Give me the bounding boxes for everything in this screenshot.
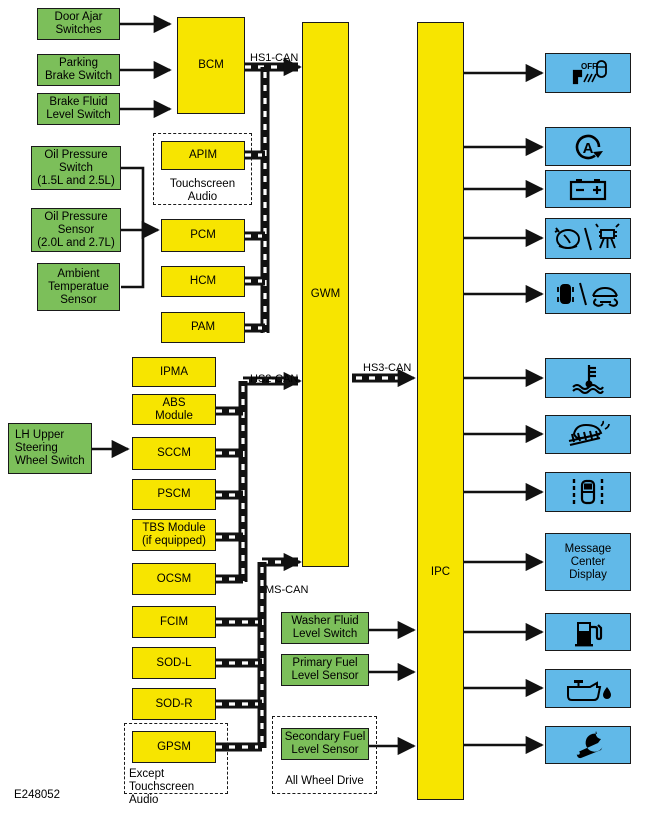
indicator-low-fuel[interactable] — [545, 613, 631, 651]
module-ipma[interactable]: IPMA — [132, 357, 216, 387]
module-bcm[interactable]: BCM — [177, 17, 245, 114]
group-all-wheel-drive-label: All Wheel Drive — [285, 775, 364, 787]
module-ipc[interactable]: IPC — [417, 22, 464, 800]
indicator-auto-start-stop[interactable]: A — [545, 127, 631, 166]
sensor-oil-pressure-switch[interactable]: Oil Pressure Switch (1.5L and 2.5L) — [31, 146, 121, 190]
stability-control-icon — [551, 265, 625, 323]
module-ocsm[interactable]: OCSM — [132, 563, 216, 595]
svg-text:OFF: OFF — [581, 62, 597, 71]
lane-departure-icon — [566, 463, 610, 521]
sensor-lh-upper-steering-wheel-switch[interactable]: LH Upper Steering Wheel Switch — [8, 423, 92, 474]
washer-fluid-icon — [560, 407, 616, 463]
module-pscm[interactable]: PSCM — [132, 479, 216, 510]
module-gpsm[interactable]: GPSM — [132, 731, 216, 763]
module-sod-l[interactable]: SOD-L — [132, 647, 216, 679]
module-pcm[interactable]: PCM — [161, 219, 245, 252]
indicator-oil-pressure-warning[interactable] — [545, 669, 631, 708]
group-except-touchscreen-audio-label: Except Touchscreen Audio — [129, 768, 195, 806]
engine-sensor-junction — [121, 166, 145, 289]
wrench-icon — [566, 718, 610, 772]
group-touchscreen-audio-label: Touchscreen Audio — [169, 178, 236, 203]
sensor-door-ajar-switches[interactable]: Door Ajar Switches — [37, 8, 120, 40]
module-apim[interactable]: APIM — [161, 141, 245, 170]
module-gwm-label: GWM — [310, 288, 341, 300]
bus-label-ms-can: MS-CAN — [265, 584, 309, 596]
sensor-ambient-temperature[interactable]: Ambient Temperatue Sensor — [37, 263, 120, 311]
module-hcm[interactable]: HCM — [161, 266, 245, 297]
indicator-engine-coolant-temperature[interactable] — [545, 358, 631, 398]
sensor-oil-pressure-sensor[interactable]: Oil Pressure Sensor (2.0L and 2.7L) — [31, 208, 121, 252]
hs2-can-bus — [216, 371, 302, 584]
indicator-stability-control[interactable] — [545, 273, 631, 314]
indicator-washer-fluid-low[interactable] — [545, 415, 631, 454]
module-fcim[interactable]: FCIM — [132, 606, 216, 638]
powertrain-malfunction-icon — [551, 210, 625, 268]
parking-aid-off-icon: OFF — [557, 45, 619, 101]
sensor-brake-fluid-level-switch[interactable]: Brake Fluid Level Switch — [37, 93, 120, 125]
module-abs[interactable]: ABS Module — [132, 394, 216, 425]
indicator-arrows — [464, 63, 544, 755]
sensor-secondary-fuel-level[interactable]: Secondary Fuel Level Sensor — [281, 728, 369, 760]
sensor-parking-brake-switch[interactable]: Parking Brake Switch — [37, 54, 120, 86]
indicator-powertrain-malfunction[interactable] — [545, 218, 631, 259]
svg-text:A: A — [583, 140, 594, 157]
battery-icon — [567, 162, 609, 216]
module-sccm[interactable]: SCCM — [132, 437, 216, 470]
indicator-lane-departure-warning[interactable] — [545, 472, 631, 512]
coolant-temp-icon — [565, 349, 611, 407]
bus-label-hs2-can: HS2-CAN — [250, 373, 299, 385]
module-tbs[interactable]: TBS Module (if equipped) — [132, 519, 216, 551]
indicator-parking-aid-off[interactable]: OFF — [545, 53, 631, 93]
bus-label-hs3-can: HS3-CAN — [363, 362, 412, 374]
network-diagram: Touchscreen Audio Except Touchscreen Aud… — [0, 0, 650, 820]
figure-id-label: E248052 — [14, 789, 61, 801]
indicator-service-wrench[interactable] — [545, 726, 631, 764]
module-pam[interactable]: PAM — [161, 312, 245, 343]
indicator-message-center-display[interactable]: Message Center Display — [545, 533, 631, 591]
module-ipc-label: IPC — [430, 565, 451, 578]
sensor-primary-fuel-level[interactable]: Primary Fuel Level Sensor — [281, 654, 369, 686]
fuel-pump-icon — [570, 604, 606, 660]
hs1-can-bus — [245, 57, 302, 333]
module-sod-r[interactable]: SOD-R — [132, 688, 216, 720]
indicator-battery-charge-warning[interactable] — [545, 170, 631, 208]
oil-can-icon — [560, 661, 616, 717]
sensor-washer-fluid-level-switch[interactable]: Washer Fluid Level Switch — [281, 612, 369, 644]
module-gwm[interactable]: GWM — [302, 22, 349, 567]
bus-label-hs1-can: HS1-CAN — [250, 52, 299, 64]
